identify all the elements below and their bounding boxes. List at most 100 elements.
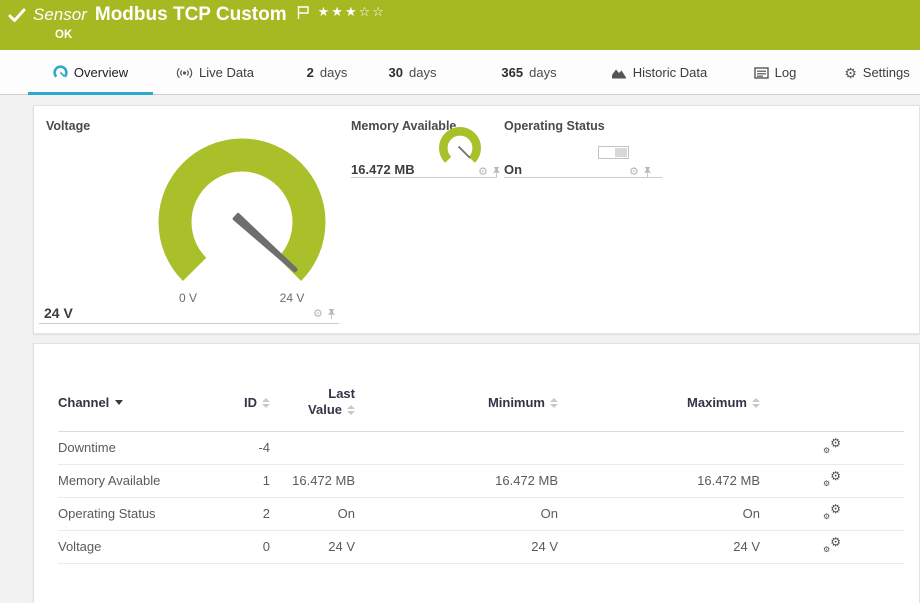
tab-overview[interactable]: Overview bbox=[28, 50, 153, 95]
sort-desc-icon bbox=[115, 400, 123, 405]
area-chart-icon bbox=[611, 66, 627, 79]
header-label: Minimum bbox=[488, 395, 545, 410]
tab-settings[interactable]: ⚙ Settings bbox=[841, 50, 913, 95]
column-header-last-value[interactable]: Last Value bbox=[270, 374, 355, 431]
tab-label: days bbox=[529, 65, 556, 80]
gauge-needle bbox=[234, 214, 296, 271]
tab-number: 2 bbox=[307, 65, 314, 80]
priority-flag-icon[interactable] bbox=[297, 5, 310, 20]
header-label: Last bbox=[328, 386, 355, 401]
voltage-channel-title: Voltage bbox=[46, 119, 90, 133]
sort-icon bbox=[347, 405, 355, 415]
channel-name[interactable]: Voltage bbox=[58, 530, 215, 563]
header-label: ID bbox=[244, 395, 257, 410]
memory-current-value: 16.472 MB bbox=[351, 162, 415, 177]
channel-settings-gears-icon[interactable]: ⚙⚙ bbox=[823, 439, 841, 454]
header-label: Maximum bbox=[687, 395, 747, 410]
column-header-minimum[interactable]: Minimum bbox=[355, 374, 558, 431]
channel-settings-gears-icon[interactable]: ⚙⚙ bbox=[823, 538, 841, 553]
memory-block-divider bbox=[351, 177, 497, 178]
tab-bar: Overview Live Data 2 days 30 days 365 da… bbox=[0, 50, 920, 95]
channel-last-value bbox=[270, 431, 355, 464]
tab-365-days[interactable]: 365 days bbox=[493, 50, 565, 95]
column-header-maximum[interactable]: Maximum bbox=[558, 374, 760, 431]
channel-minimum: 24 V bbox=[355, 530, 558, 563]
channel-id: -4 bbox=[215, 431, 270, 464]
tab-30-days[interactable]: 30 days bbox=[381, 50, 444, 95]
ok-check-icon bbox=[8, 8, 26, 24]
tab-log[interactable]: Log bbox=[747, 50, 803, 95]
sensor-banner: Sensor Modbus TCP Custom ★★★☆☆ OK bbox=[0, 0, 920, 50]
channel-name[interactable]: Operating Status bbox=[58, 497, 215, 530]
operating-block-divider bbox=[504, 177, 662, 178]
channel-maximum: 16.472 MB bbox=[558, 464, 760, 497]
log-list-icon bbox=[754, 67, 769, 79]
voltage-scale-min: 0 V bbox=[179, 291, 197, 305]
gear-icon[interactable]: ⚙ bbox=[478, 167, 488, 178]
voltage-block-divider bbox=[39, 323, 339, 324]
channel-id: 2 bbox=[215, 497, 270, 530]
gauge-needle bbox=[459, 147, 470, 158]
column-header-id[interactable]: ID bbox=[215, 374, 270, 431]
channel-name[interactable]: Memory Available bbox=[58, 464, 215, 497]
tab-live-data[interactable]: Live Data bbox=[172, 50, 258, 95]
operating-status-switch bbox=[598, 146, 629, 159]
channel-maximum bbox=[558, 431, 760, 464]
switch-knob bbox=[615, 148, 627, 157]
voltage-gauge-actions[interactable]: ⚙ bbox=[313, 308, 336, 320]
channel-id: 1 bbox=[215, 464, 270, 497]
header-label: Value bbox=[308, 402, 342, 417]
voltage-gauge bbox=[152, 136, 332, 286]
column-header-channel[interactable]: Channel bbox=[58, 374, 215, 431]
stars-filled: ★★★ bbox=[318, 4, 359, 19]
channel-settings-gears-icon[interactable]: ⚙⚙ bbox=[823, 472, 841, 487]
channels-table: Channel ID Last Value Minimum Maximum bbox=[58, 374, 904, 564]
tab-label: Historic Data bbox=[633, 65, 707, 80]
tab-number: 30 bbox=[389, 65, 403, 80]
sort-icon bbox=[752, 398, 760, 408]
channel-minimum: On bbox=[355, 497, 558, 530]
channel-settings-gears-icon[interactable]: ⚙⚙ bbox=[823, 505, 841, 520]
priority-stars[interactable]: ★★★☆☆ bbox=[318, 4, 386, 20]
channel-minimum: 16.472 MB bbox=[355, 464, 558, 497]
tab-2-days[interactable]: 2 days bbox=[299, 50, 355, 95]
channels-table-panel: Channel ID Last Value Minimum Maximum bbox=[33, 343, 920, 603]
column-header-actions bbox=[760, 374, 904, 431]
tab-label: days bbox=[409, 65, 436, 80]
gauge-icon bbox=[53, 65, 68, 80]
sensor-type-label: Sensor bbox=[33, 5, 87, 25]
tab-label: Overview bbox=[74, 65, 128, 80]
overview-gauges-panel: Voltage 0 V 24 V 24 V ⚙ Memory Available… bbox=[33, 105, 920, 334]
memory-gauge bbox=[436, 126, 484, 168]
tab-label: Settings bbox=[863, 65, 910, 80]
channel-maximum: 24 V bbox=[558, 530, 760, 563]
live-signal-icon bbox=[176, 66, 193, 80]
sort-icon bbox=[550, 398, 558, 408]
settings-gear-icon: ⚙ bbox=[844, 66, 857, 80]
table-row: Memory Available 1 16.472 MB 16.472 MB 1… bbox=[58, 464, 904, 497]
table-row: Operating Status 2 On On On ⚙⚙ bbox=[58, 497, 904, 530]
channel-last-value: On bbox=[270, 497, 355, 530]
tab-historic-data[interactable]: Historic Data bbox=[601, 50, 717, 95]
channel-last-value: 24 V bbox=[270, 530, 355, 563]
channel-id: 0 bbox=[215, 530, 270, 563]
tab-number: 365 bbox=[501, 65, 523, 80]
channel-maximum: On bbox=[558, 497, 760, 530]
sensor-title: Modbus TCP Custom bbox=[95, 4, 287, 26]
tab-label: Live Data bbox=[199, 65, 254, 80]
header-label: Channel bbox=[58, 395, 109, 410]
operating-channel-title: Operating Status bbox=[504, 119, 605, 133]
sort-icon bbox=[262, 398, 270, 408]
gear-icon[interactable]: ⚙ bbox=[629, 167, 639, 178]
table-row: Downtime -4 ⚙⚙ bbox=[58, 431, 904, 464]
voltage-current-value: 24 V bbox=[44, 305, 73, 321]
channel-last-value: 16.472 MB bbox=[270, 464, 355, 497]
voltage-scale-max: 24 V bbox=[280, 291, 305, 305]
channel-minimum bbox=[355, 431, 558, 464]
operating-current-value: On bbox=[504, 162, 522, 177]
gear-icon[interactable]: ⚙ bbox=[313, 309, 323, 320]
pin-icon[interactable] bbox=[327, 308, 336, 320]
tab-label: days bbox=[320, 65, 347, 80]
table-row: Voltage 0 24 V 24 V 24 V ⚙⚙ bbox=[58, 530, 904, 563]
channel-name[interactable]: Downtime bbox=[58, 431, 215, 464]
